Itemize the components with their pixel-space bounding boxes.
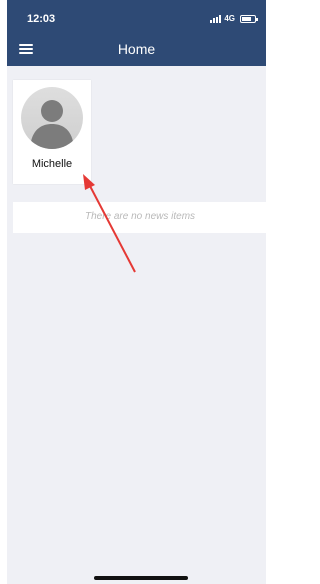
news-panel: There are no news items (13, 202, 266, 233)
status-indicators: 4G (210, 14, 258, 23)
app-screen: 12:03 4G Home Michelle There are no news… (7, 0, 266, 584)
profile-card[interactable]: Michelle (13, 80, 91, 184)
user-silhouette-icon (30, 100, 74, 149)
signal-icon (210, 14, 222, 23)
news-empty-message: There are no news items (84, 211, 196, 222)
network-type: 4G (224, 14, 235, 23)
status-time: 12:03 (27, 13, 56, 25)
avatar (21, 87, 83, 149)
app-header: 12:03 4G Home (7, 0, 266, 66)
page-title: Home (117, 41, 156, 57)
profile-name: Michelle (31, 158, 73, 170)
battery-icon (240, 14, 258, 23)
home-indicator (94, 576, 188, 580)
